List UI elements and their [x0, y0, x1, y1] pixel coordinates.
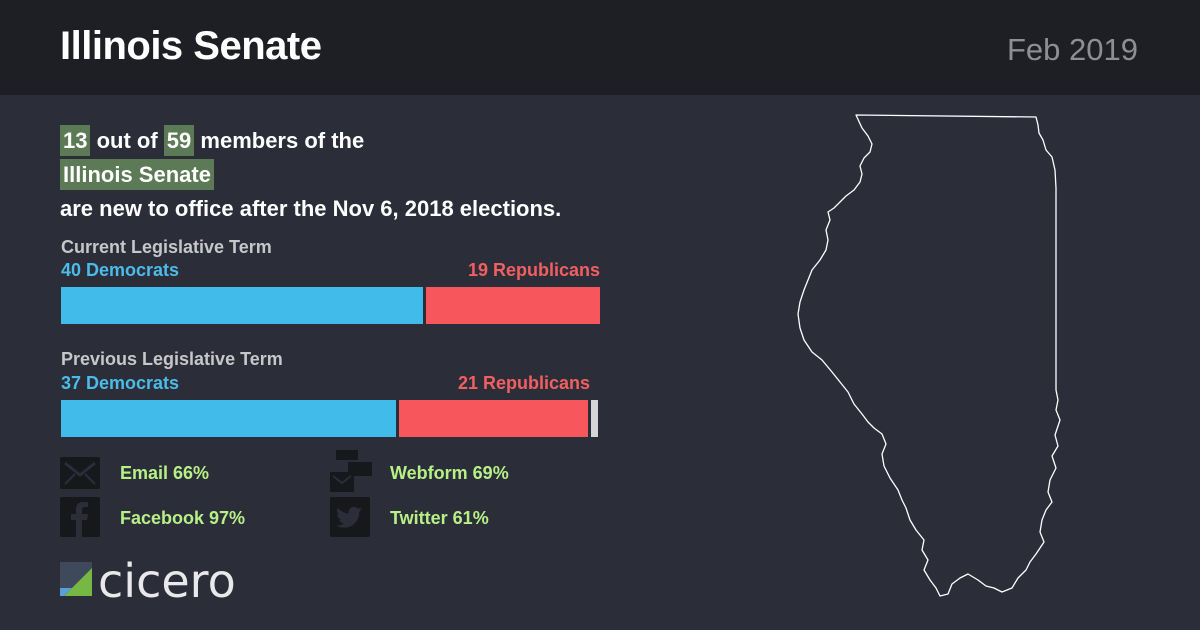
- previous-other-segment: [590, 400, 598, 437]
- facebook-rate: Facebook 97%: [120, 508, 246, 528]
- cicero-logo-text: cicero: [98, 554, 236, 608]
- previous-rep-segment: [399, 400, 588, 437]
- email-rate: Email 66%: [120, 463, 210, 483]
- current-term-bar: [61, 287, 600, 324]
- current-dem-segment: [61, 287, 424, 324]
- page-title: Illinois Senate: [60, 24, 322, 68]
- headline-connector-2: members of the: [194, 128, 365, 153]
- previous-term-label: Previous Legislative Term: [61, 349, 283, 369]
- new-members-count: 13: [60, 125, 91, 156]
- previous-dem-segment: [61, 400, 397, 437]
- total-members-count: 59: [163, 125, 195, 156]
- headline-connector-1: out of: [90, 128, 164, 153]
- previous-dem-count: 37 Democrats: [61, 373, 180, 393]
- headline: 13 out of 59 members of the Illinois Sen…: [60, 124, 660, 226]
- header-bar: Illinois Senate Feb 2019: [0, 0, 1200, 95]
- current-rep-count: 19 Republicans: [467, 260, 600, 280]
- previous-rep-count: 21 Republicans: [457, 373, 590, 393]
- email-icon: [60, 453, 100, 493]
- headline-rest: are new to office after the Nov 6, 2018 …: [60, 196, 562, 221]
- twitter-icon: [330, 497, 370, 537]
- webform-icon: [330, 450, 372, 494]
- legislative-body-name: Illinois Senate: [60, 159, 214, 190]
- twitter-rate: Twitter 61%: [390, 508, 489, 528]
- current-dem-count: 40 Democrats: [61, 260, 180, 280]
- date-label: Feb 2019: [1007, 32, 1138, 67]
- facebook-icon: [60, 497, 100, 537]
- cicero-logo-icon: [60, 562, 92, 600]
- previous-term-bar: [61, 400, 600, 437]
- webform-rate: Webform 69%: [390, 463, 509, 483]
- current-rep-segment: [426, 287, 600, 324]
- illinois-map: [790, 110, 1070, 605]
- current-term-label: Current Legislative Term: [61, 237, 272, 257]
